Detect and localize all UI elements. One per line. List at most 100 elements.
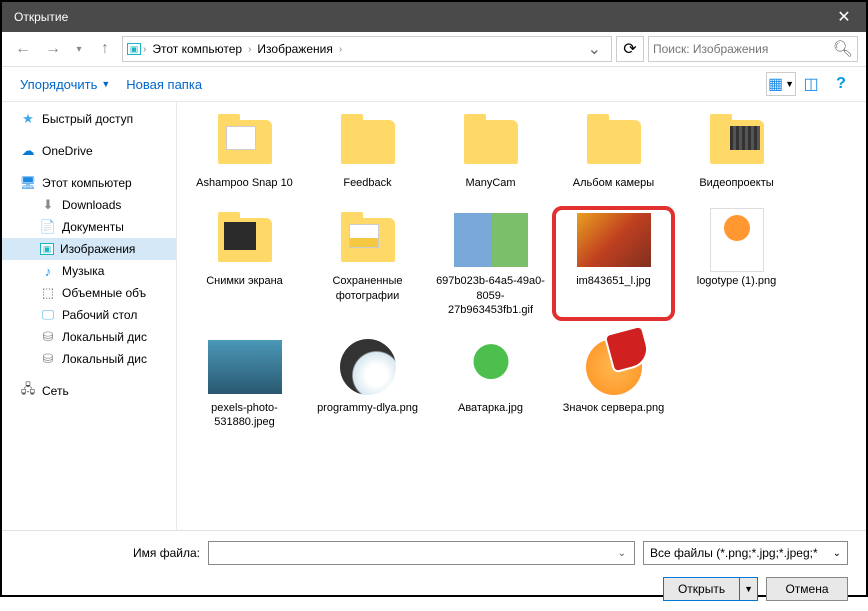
panel-icon: ◫ bbox=[803, 74, 818, 94]
window-title: Открытие bbox=[10, 10, 830, 24]
sidebar-local-disk-1[interactable]: ⛁Локальный дис bbox=[2, 326, 176, 348]
pictures-icon: ▣ bbox=[127, 43, 141, 55]
sidebar-desktop[interactable]: 🖵Рабочий стол bbox=[2, 304, 176, 326]
chevron-down-icon: ▾ bbox=[76, 44, 81, 55]
download-icon: ⬇ bbox=[40, 197, 56, 213]
folder-icon bbox=[341, 218, 395, 262]
image-item[interactable]: 697b023b-64a5-49a0-8059-27b963453fb1.gif bbox=[433, 204, 548, 323]
folder-item[interactable]: Снимки экрана bbox=[187, 204, 302, 323]
image-item[interactable]: pexels-photo-531880.jpeg bbox=[187, 331, 302, 436]
sidebar-images[interactable]: ▣Изображения bbox=[2, 238, 176, 260]
sidebar-3d[interactable]: ⬚Объемные объ bbox=[2, 282, 176, 304]
organize-button[interactable]: Упорядочить ▼ bbox=[12, 73, 118, 96]
folder-icon bbox=[218, 120, 272, 164]
folder-icon bbox=[218, 218, 272, 262]
disk-icon: ⛁ bbox=[40, 351, 56, 367]
star-icon: ★ bbox=[20, 111, 36, 127]
toolbar: Упорядочить ▼ Новая папка ▦▼ ◫ ? bbox=[2, 67, 866, 102]
chevron-down-icon[interactable]: ▼ bbox=[740, 584, 757, 594]
folder-icon bbox=[587, 120, 641, 164]
image-thumbnail bbox=[454, 213, 528, 267]
preview-pane-button[interactable]: ◫ bbox=[796, 72, 826, 96]
image-thumbnail bbox=[586, 339, 642, 395]
image-item[interactable]: programmy-dlya.png bbox=[310, 331, 425, 436]
desktop-icon: 🖵 bbox=[40, 307, 56, 323]
main-area: ★Быстрый доступ ☁OneDrive 🖥Этот компьюте… bbox=[2, 102, 866, 530]
up-button[interactable]: ↑ bbox=[92, 36, 118, 62]
sidebar-downloads[interactable]: ⬇Downloads bbox=[2, 194, 176, 216]
folder-item[interactable]: Альбом камеры bbox=[556, 106, 671, 196]
cancel-button[interactable]: Отмена bbox=[766, 577, 848, 601]
music-icon: ♪ bbox=[40, 263, 56, 279]
folder-icon bbox=[710, 120, 764, 164]
address-dropdown-icon[interactable]: ⌄ bbox=[582, 39, 607, 59]
chevron-right-icon: › bbox=[141, 44, 148, 55]
open-button[interactable]: Открыть ▼ bbox=[663, 577, 758, 601]
filename-input-wrapper[interactable]: ⌄ bbox=[208, 541, 635, 565]
cloud-icon: ☁ bbox=[20, 143, 36, 159]
close-icon[interactable]: ✕ bbox=[830, 7, 858, 27]
network-icon: 🖧 bbox=[20, 383, 36, 399]
arrow-left-icon: ← bbox=[15, 40, 31, 58]
crumb-current[interactable]: Изображения bbox=[253, 42, 336, 56]
cube-icon: ⬚ bbox=[40, 285, 56, 301]
filename-input[interactable] bbox=[213, 546, 614, 560]
folder-icon bbox=[464, 120, 518, 164]
sidebar-music[interactable]: ♪Музыка bbox=[2, 260, 176, 282]
help-icon: ? bbox=[836, 75, 846, 93]
thumbnails-icon: ▦ bbox=[768, 74, 783, 94]
search-box[interactable]: 🔍︎ bbox=[648, 36, 858, 62]
filter-label: Все файлы (*.png;*.jpg;*.jpeg;* bbox=[650, 546, 818, 560]
file-type-filter[interactable]: Все файлы (*.png;*.jpg;*.jpeg;* ⌄ bbox=[643, 541, 848, 565]
folder-icon bbox=[341, 120, 395, 164]
image-item-selected[interactable]: im843651_l.jpg bbox=[556, 204, 671, 323]
crumb-root[interactable]: Этот компьютер bbox=[148, 42, 246, 56]
organize-label: Упорядочить bbox=[20, 77, 97, 92]
image-item[interactable]: logotype (1).png bbox=[679, 204, 794, 323]
footer: Имя файла: ⌄ Все файлы (*.png;*.jpg;*.jp… bbox=[2, 530, 866, 611]
image-item[interactable]: Аватарка.jpg bbox=[433, 331, 548, 436]
arrow-right-icon: → bbox=[45, 40, 61, 58]
document-icon: 📄 bbox=[40, 219, 56, 235]
forward-button[interactable]: → bbox=[40, 36, 66, 62]
chevron-down-icon: ⌄ bbox=[833, 548, 841, 559]
arrow-up-icon: ↑ bbox=[101, 40, 109, 58]
image-thumbnail bbox=[340, 339, 396, 395]
chevron-down-icon: ▼ bbox=[785, 79, 794, 89]
image-thumbnail bbox=[454, 340, 528, 394]
file-list: Ashampoo Snap 10 Feedback ManyCam Альбом… bbox=[177, 102, 866, 530]
address-bar[interactable]: ▣ › Этот компьютер › Изображения › ⌄ bbox=[122, 36, 612, 62]
filename-label: Имя файла: bbox=[20, 546, 200, 560]
sidebar: ★Быстрый доступ ☁OneDrive 🖥Этот компьюте… bbox=[2, 102, 177, 530]
new-folder-button[interactable]: Новая папка bbox=[118, 73, 210, 96]
search-icon: 🔍︎ bbox=[833, 39, 853, 59]
sidebar-quick-access[interactable]: ★Быстрый доступ bbox=[2, 108, 176, 130]
sidebar-this-pc[interactable]: 🖥Этот компьютер bbox=[2, 172, 176, 194]
folder-item[interactable]: Видеопроекты bbox=[679, 106, 794, 196]
folder-item[interactable]: Feedback bbox=[310, 106, 425, 196]
new-folder-label: Новая папка bbox=[126, 77, 202, 92]
sidebar-local-disk-2[interactable]: ⛁Локальный дис bbox=[2, 348, 176, 370]
view-mode-button[interactable]: ▦▼ bbox=[766, 72, 796, 96]
folder-item[interactable]: Ashampoo Snap 10 bbox=[187, 106, 302, 196]
help-button[interactable]: ? bbox=[826, 72, 856, 96]
refresh-icon: ⟳ bbox=[623, 39, 636, 59]
back-button[interactable]: ← bbox=[10, 36, 36, 62]
chevron-right-icon: › bbox=[246, 44, 253, 55]
chevron-down-icon: ▼ bbox=[101, 79, 110, 89]
image-item[interactable]: Значок сервера.png bbox=[556, 331, 671, 436]
sidebar-network[interactable]: 🖧Сеть bbox=[2, 380, 176, 402]
search-input[interactable] bbox=[653, 42, 833, 56]
sidebar-onedrive[interactable]: ☁OneDrive bbox=[2, 140, 176, 162]
disk-icon: ⛁ bbox=[40, 329, 56, 345]
recent-button[interactable]: ▾ bbox=[70, 36, 88, 62]
refresh-button[interactable]: ⟳ bbox=[616, 36, 644, 62]
folder-item[interactable]: ManyCam bbox=[433, 106, 548, 196]
image-thumbnail bbox=[577, 213, 651, 267]
sidebar-documents[interactable]: 📄Документы bbox=[2, 216, 176, 238]
folder-item[interactable]: Сохраненные фотографии bbox=[310, 204, 425, 323]
chevron-down-icon[interactable]: ⌄ bbox=[614, 548, 630, 559]
image-thumbnail bbox=[710, 208, 764, 272]
nav-bar: ← → ▾ ↑ ▣ › Этот компьютер › Изображения… bbox=[2, 32, 866, 67]
titlebar: Открытие ✕ bbox=[2, 2, 866, 32]
